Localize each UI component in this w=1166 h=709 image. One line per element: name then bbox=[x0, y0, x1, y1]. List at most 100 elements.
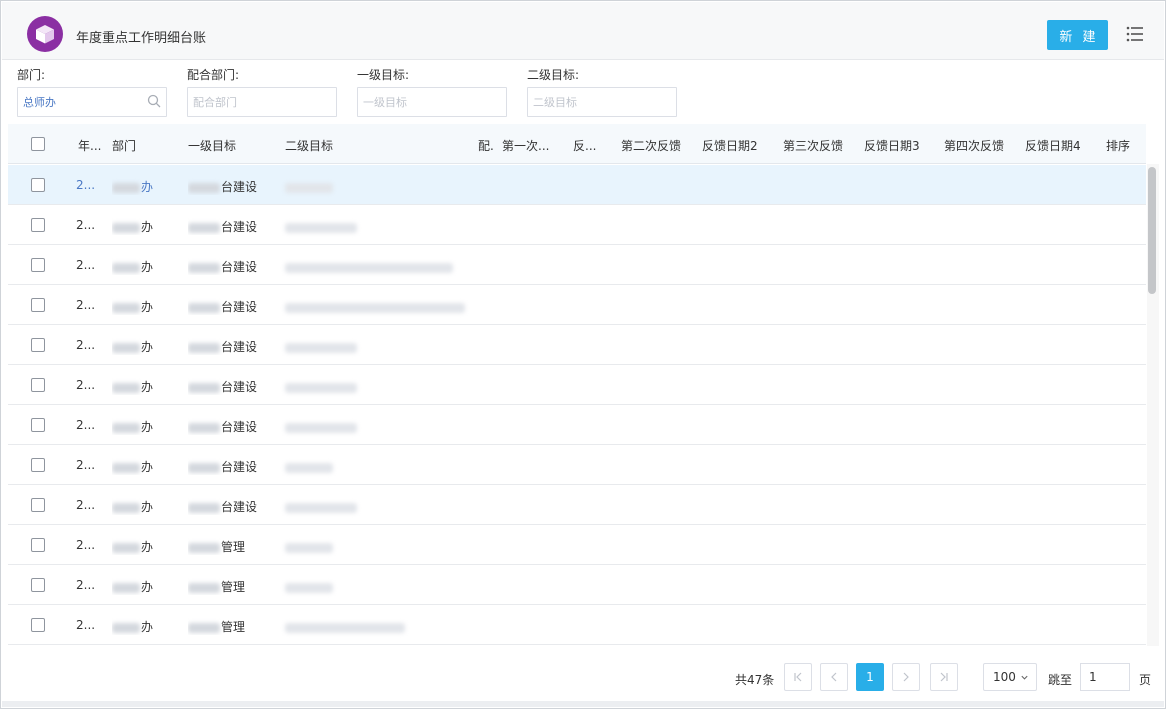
app-logo-cube-icon bbox=[27, 16, 63, 52]
select-all-checkbox[interactable] bbox=[31, 137, 45, 151]
table-row[interactable]: 2... 办 台建设 bbox=[8, 325, 1146, 365]
cell-dept: 办 bbox=[112, 338, 172, 355]
column-header-feedback3[interactable]: 第三次反馈 bbox=[783, 137, 855, 154]
cell-level2-goal-redacted bbox=[285, 380, 358, 394]
cell-dept: 办 bbox=[112, 418, 172, 435]
cell-year: 2... bbox=[76, 298, 96, 312]
cell-level2-goal-redacted bbox=[285, 540, 334, 554]
cell-dept: 办 bbox=[112, 178, 172, 195]
table-row[interactable]: 2... 办 管理 bbox=[8, 605, 1146, 645]
row-checkbox[interactable] bbox=[31, 418, 45, 432]
row-checkbox[interactable] bbox=[31, 298, 45, 312]
cell-dept-text: 办 bbox=[141, 580, 154, 594]
cell-year: 2... bbox=[76, 538, 96, 552]
total-count: 共47条 bbox=[735, 673, 775, 687]
column-header-feedback4[interactable]: 第四次反馈 bbox=[944, 137, 1016, 154]
cell-level1-goal: 管理 bbox=[188, 618, 283, 635]
level1-goal-filter-input[interactable] bbox=[357, 87, 507, 117]
table-row[interactable]: 2... 办 台建设 bbox=[8, 285, 1146, 325]
cell-level1-goal: 台建设 bbox=[188, 458, 283, 475]
column-header-year[interactable]: 年... bbox=[78, 137, 104, 154]
row-checkbox[interactable] bbox=[31, 498, 45, 512]
jump-label: 跳至 bbox=[1048, 673, 1073, 687]
table-row[interactable]: 2... 办 台建设 bbox=[8, 445, 1146, 485]
cell-dept: 办 bbox=[112, 218, 172, 235]
table-row[interactable]: 2... 办 台建设 bbox=[8, 365, 1146, 405]
row-checkbox[interactable] bbox=[31, 218, 45, 232]
table-row[interactable]: 2... 办 台建设 bbox=[8, 245, 1146, 285]
cell-year: 2... bbox=[76, 458, 96, 472]
row-checkbox[interactable] bbox=[31, 578, 45, 592]
coop-dept-filter-input[interactable] bbox=[187, 87, 337, 117]
table-row[interactable]: 2... 办 管理 bbox=[8, 525, 1146, 565]
row-checkbox[interactable] bbox=[31, 178, 45, 192]
search-icon[interactable] bbox=[147, 94, 161, 108]
row-checkbox[interactable] bbox=[31, 338, 45, 352]
row-checkbox[interactable] bbox=[31, 378, 45, 392]
table-row[interactable]: 2... 办 台建设 bbox=[8, 405, 1146, 445]
column-header-dept[interactable]: 部门 bbox=[112, 137, 172, 154]
cell-year: 2... bbox=[76, 218, 96, 232]
dept-filter-input[interactable] bbox=[17, 87, 167, 117]
app-header: 年度重点工作明细台账 新 建 bbox=[2, 2, 1164, 60]
cell-level2-goal-redacted bbox=[285, 500, 358, 514]
cell-year: 2... bbox=[76, 578, 96, 592]
row-checkbox[interactable] bbox=[31, 458, 45, 472]
column-header-feedback-date4[interactable]: 反馈日期4 bbox=[1025, 137, 1097, 154]
column-header-feedback-date3[interactable]: 反馈日期3 bbox=[864, 137, 936, 154]
column-header-feedback-date2[interactable]: 反馈日期2 bbox=[702, 137, 774, 154]
table-row[interactable]: 2... 办 台建设 bbox=[8, 205, 1146, 245]
cell-level1-goal: 台建设 bbox=[188, 378, 283, 395]
new-button[interactable]: 新 建 bbox=[1047, 20, 1108, 50]
level2-goal-filter-label: 二级目标: bbox=[527, 68, 580, 82]
cell-level1-goal: 台建设 bbox=[188, 178, 283, 195]
page-size-value: 100 bbox=[993, 670, 1016, 684]
jump-page-input[interactable] bbox=[1080, 663, 1130, 691]
cell-year: 2... bbox=[76, 378, 96, 392]
dept-filter-label: 部门: bbox=[17, 68, 46, 82]
column-header-level2-goal[interactable]: 二级目标 bbox=[285, 137, 375, 154]
prev-page-button[interactable] bbox=[820, 663, 848, 691]
level2-goal-filter-input[interactable] bbox=[527, 87, 677, 117]
cell-level1-goal-text: 台建设 bbox=[221, 500, 258, 514]
page-1-button[interactable]: 1 bbox=[856, 663, 884, 691]
cell-level1-goal-text: 台建设 bbox=[221, 180, 258, 194]
column-header-sort[interactable]: 排序 bbox=[1106, 137, 1142, 154]
table-row[interactable]: 2... 办 管理 bbox=[8, 565, 1146, 605]
next-page-button[interactable] bbox=[892, 663, 920, 691]
row-checkbox[interactable] bbox=[31, 258, 45, 272]
cell-dept-text: 办 bbox=[141, 260, 154, 274]
cell-dept: 办 bbox=[112, 458, 172, 475]
cell-dept: 办 bbox=[112, 538, 172, 555]
cell-dept-text: 办 bbox=[141, 540, 154, 554]
row-checkbox[interactable] bbox=[31, 538, 45, 552]
cell-level1-goal-text: 管理 bbox=[221, 540, 246, 554]
cell-dept: 办 bbox=[112, 298, 172, 315]
cell-dept-text: 办 bbox=[141, 420, 154, 434]
cell-level1-goal-text: 台建设 bbox=[221, 460, 258, 474]
cell-dept-text: 办 bbox=[141, 180, 154, 194]
first-page-button[interactable] bbox=[784, 663, 812, 691]
page-size-select[interactable]: 100 bbox=[983, 663, 1037, 691]
cell-level2-goal-redacted bbox=[285, 260, 454, 274]
table-row[interactable]: 2... 办 台建设 bbox=[8, 485, 1146, 525]
column-header-feedback2[interactable]: 第二次反馈 bbox=[621, 137, 693, 154]
cell-dept: 办 bbox=[112, 498, 172, 515]
cell-level2-goal-redacted bbox=[285, 460, 334, 474]
cell-dept-text: 办 bbox=[141, 380, 154, 394]
cell-level2-goal-redacted bbox=[285, 220, 358, 234]
table-row[interactable]: 2... 办 台建设 bbox=[8, 165, 1146, 205]
chevron-right-icon bbox=[903, 672, 909, 682]
column-header-level1-goal[interactable]: 一级目标 bbox=[188, 137, 268, 154]
cell-level2-goal-redacted bbox=[285, 300, 466, 314]
cell-level1-goal-text: 台建设 bbox=[221, 380, 258, 394]
column-header-feedback1[interactable]: 第一次... bbox=[502, 137, 558, 154]
table-scrollbar-thumb[interactable] bbox=[1148, 167, 1156, 294]
column-header-feedback-date1[interactable]: 反... bbox=[573, 137, 603, 154]
cell-year: 2... bbox=[76, 258, 96, 272]
first-page-icon bbox=[794, 672, 802, 682]
column-header-coop[interactable]: 配. bbox=[478, 137, 496, 154]
row-checkbox[interactable] bbox=[31, 618, 45, 632]
last-page-button[interactable] bbox=[930, 663, 958, 691]
list-menu-icon[interactable] bbox=[1126, 25, 1144, 43]
